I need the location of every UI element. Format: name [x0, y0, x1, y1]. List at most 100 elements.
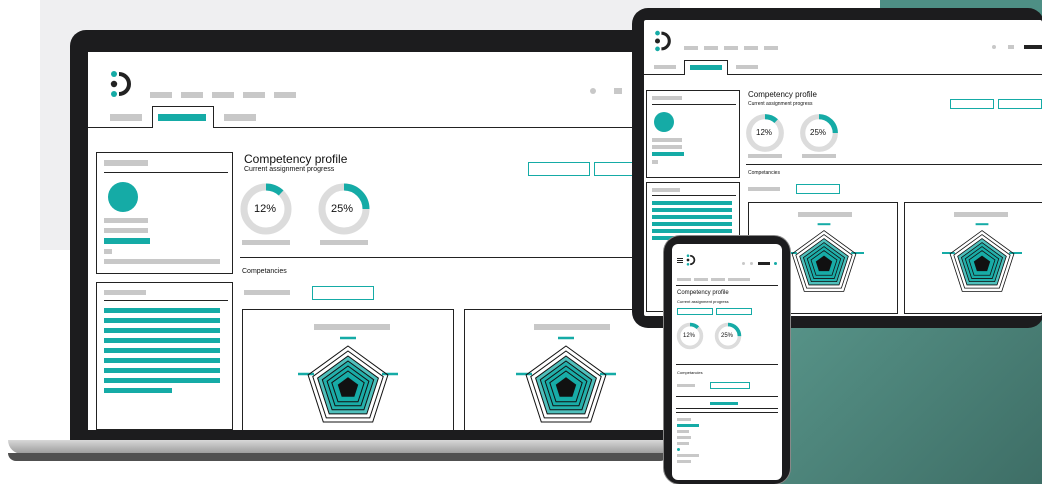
list-item[interactable] [104, 348, 220, 353]
list-item[interactable] [104, 338, 220, 343]
tab-label-active[interactable] [158, 114, 206, 121]
progress-caption-1 [748, 154, 782, 158]
radar-chart-graphic [784, 223, 864, 292]
tab-label[interactable] [728, 278, 750, 281]
progress-label-1: 12% [756, 128, 773, 137]
section-label: Competancies [677, 370, 703, 375]
page-subtitle: Current assignment progress [244, 166, 335, 173]
page-subtitle: Current assignment progress [677, 299, 729, 304]
radar-chart-icon [784, 222, 864, 300]
status-dot [590, 88, 596, 94]
action-button[interactable] [677, 308, 713, 315]
profile-role [652, 145, 682, 149]
progress-caption-2 [802, 154, 836, 158]
profile-card-divider [652, 104, 736, 105]
list-card-divider [652, 195, 736, 196]
tab-label[interactable] [711, 278, 725, 281]
header-action-dark[interactable] [758, 262, 770, 265]
nav-item[interactable] [704, 46, 718, 50]
nav-item[interactable] [212, 92, 234, 98]
progress-label-2: 25% [810, 128, 827, 137]
filter-input[interactable] [312, 286, 374, 300]
action-button[interactable] [716, 308, 752, 315]
nav-item[interactable] [181, 92, 203, 98]
tab-label[interactable] [654, 65, 676, 69]
tab-bar-line [214, 127, 668, 128]
avatar [108, 182, 138, 212]
list-item[interactable] [104, 328, 220, 333]
list-bullet [677, 448, 680, 451]
header-action-dark[interactable] [1024, 45, 1042, 49]
brand-logo-icon [686, 254, 696, 266]
list-item[interactable] [652, 208, 732, 212]
nav-item[interactable] [744, 46, 758, 50]
radar-card-title [798, 212, 852, 217]
tab-label[interactable] [677, 278, 691, 281]
filter-label [244, 290, 290, 295]
profile-highlight [652, 152, 684, 156]
list-item[interactable] [104, 388, 172, 393]
list-item[interactable] [104, 308, 220, 313]
tab-label[interactable] [110, 114, 142, 121]
list-item[interactable] [104, 378, 220, 383]
tab-bar-line [644, 74, 684, 75]
profile-role [104, 228, 148, 233]
section-label: Competancies [748, 170, 780, 176]
list-item[interactable] [104, 318, 220, 323]
page-title: Competency profile [748, 90, 817, 99]
profile-card [96, 152, 233, 274]
tab-label-active[interactable] [690, 65, 722, 70]
progress-label-2: 25% [721, 333, 734, 339]
action-button[interactable] [998, 99, 1042, 109]
radar-card-title [954, 212, 1008, 217]
list-item[interactable] [652, 201, 732, 205]
radar-chart-icon [942, 222, 1022, 300]
card-highlight [710, 402, 738, 405]
filter-input[interactable] [710, 382, 750, 389]
list-item[interactable] [104, 368, 220, 373]
progress-caption-2 [320, 240, 368, 245]
list-item[interactable] [677, 454, 699, 457]
nav-item[interactable] [724, 46, 738, 50]
list-item[interactable] [652, 222, 732, 226]
laptop-screen: Competency profile Current assignment pr… [88, 52, 668, 430]
header-action[interactable] [614, 88, 622, 94]
list-item[interactable] [677, 436, 691, 439]
list-item[interactable] [677, 418, 691, 421]
tab-label[interactable] [224, 114, 256, 121]
list-item[interactable] [652, 215, 732, 219]
list-card-divider [104, 300, 228, 301]
list-item[interactable] [677, 442, 689, 445]
nav-item[interactable] [243, 92, 265, 98]
list-item[interactable] [652, 229, 732, 233]
nav-item[interactable] [274, 92, 296, 98]
nav-item[interactable] [684, 46, 698, 50]
card-line [676, 412, 778, 413]
profile-card-divider [104, 172, 228, 173]
tab-label[interactable] [694, 278, 708, 281]
action-button[interactable] [950, 99, 994, 109]
list-item[interactable] [104, 358, 220, 363]
list-item[interactable] [677, 460, 691, 463]
filter-input[interactable] [796, 184, 840, 194]
tab-bar-line [728, 74, 1042, 75]
page-title: Competency profile [677, 290, 729, 296]
profile-card-title [652, 96, 682, 100]
list-item[interactable] [677, 424, 699, 427]
action-button[interactable] [528, 162, 590, 176]
header-action[interactable] [1008, 45, 1014, 49]
nav-item[interactable] [150, 92, 172, 98]
tab-label[interactable] [736, 65, 758, 69]
list-item[interactable] [677, 430, 689, 433]
section-label: Competancies [242, 268, 287, 275]
avatar [654, 112, 674, 132]
nav-item[interactable] [764, 46, 778, 50]
radar-chart-icon [516, 336, 616, 430]
radar-chart-graphic [942, 223, 1022, 292]
profile-detail [104, 259, 220, 264]
progress-label-1: 12% [683, 333, 696, 339]
page-title: Competency profile [244, 152, 348, 166]
radar-card-title [534, 324, 610, 330]
progress-label-1: 12% [254, 203, 277, 215]
competency-list-card [96, 282, 233, 430]
